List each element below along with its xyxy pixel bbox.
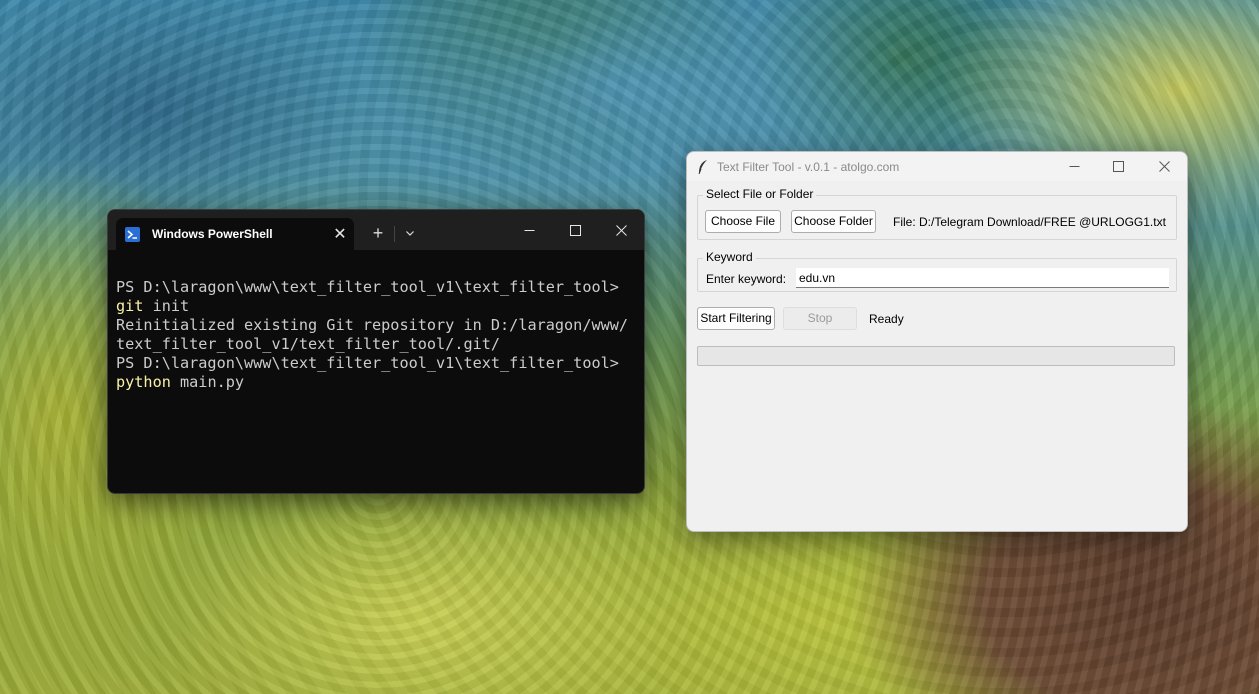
close-icon <box>615 224 627 236</box>
tab-title: Windows PowerShell <box>152 227 273 241</box>
tab-close-icon[interactable]: ✕ <box>326 224 354 244</box>
maximize-icon <box>569 224 581 236</box>
terminal-line: PS D:\laragon\www\text_filter_tool_v1\te… <box>116 278 619 296</box>
terminal-line: PS D:\laragon\www\text_filter_tool_v1\te… <box>116 354 619 372</box>
minimize-button[interactable] <box>1051 152 1097 181</box>
enter-keyword-label: Enter keyword: <box>706 272 787 286</box>
keyword-legend: Keyword <box>703 250 756 264</box>
terminal-line: python main.py <box>116 373 245 391</box>
tab-divider <box>394 226 395 242</box>
minimize-button[interactable] <box>506 210 552 250</box>
powershell-icon <box>125 226 140 242</box>
chevron-down-icon[interactable] <box>398 221 422 245</box>
keyword-group: Keyword Enter keyword: edu.vn <box>697 250 1177 292</box>
status-label: Ready <box>869 312 904 326</box>
selected-file-label: File: D:/Telegram Download/FREE @URLOGG1… <box>893 215 1166 229</box>
text-filter-titlebar[interactable]: Text Filter Tool - v.0.1 - atolgo.com <box>687 152 1187 181</box>
window-title: Text Filter Tool - v.0.1 - atolgo.com <box>717 160 900 174</box>
minimize-icon <box>1069 166 1079 167</box>
stop-button[interactable]: Stop <box>783 307 857 330</box>
choose-folder-button[interactable]: Choose Folder <box>791 210 876 233</box>
start-filtering-button[interactable]: Start Filtering <box>697 307 775 330</box>
terminal-line: git init <box>116 297 190 315</box>
powershell-titlebar[interactable]: Windows PowerShell ✕ + <box>108 210 644 250</box>
minimize-icon <box>524 229 534 231</box>
text-filter-window: Text Filter Tool - v.0.1 - atolgo.com Se… <box>686 151 1188 532</box>
terminal-line: text_filter_tool_v1/text_filter_tool/.gi… <box>116 335 501 353</box>
close-icon <box>1158 161 1170 172</box>
terminal-line: Reinitialized existing Git repository in… <box>116 316 629 334</box>
keyword-input[interactable]: edu.vn <box>796 268 1169 288</box>
terminal-output[interactable]: PS D:\laragon\www\text_filter_tool_v1\te… <box>108 250 644 439</box>
select-file-group: Select File or Folder Choose File Choose… <box>697 187 1177 240</box>
select-file-legend: Select File or Folder <box>703 187 817 201</box>
maximize-button[interactable] <box>1095 152 1141 181</box>
progress-bar <box>697 346 1175 366</box>
maximize-button[interactable] <box>552 210 598 250</box>
close-button[interactable] <box>1141 152 1187 181</box>
tab-windows-powershell[interactable]: Windows PowerShell ✕ <box>116 218 354 250</box>
powershell-window: Windows PowerShell ✕ + PS D:\laragon\www… <box>107 209 645 494</box>
feather-icon <box>697 159 709 180</box>
close-button[interactable] <box>598 210 644 250</box>
maximize-icon <box>1112 161 1124 172</box>
new-tab-icon[interactable]: + <box>364 221 392 245</box>
choose-file-button[interactable]: Choose File <box>705 210 781 233</box>
